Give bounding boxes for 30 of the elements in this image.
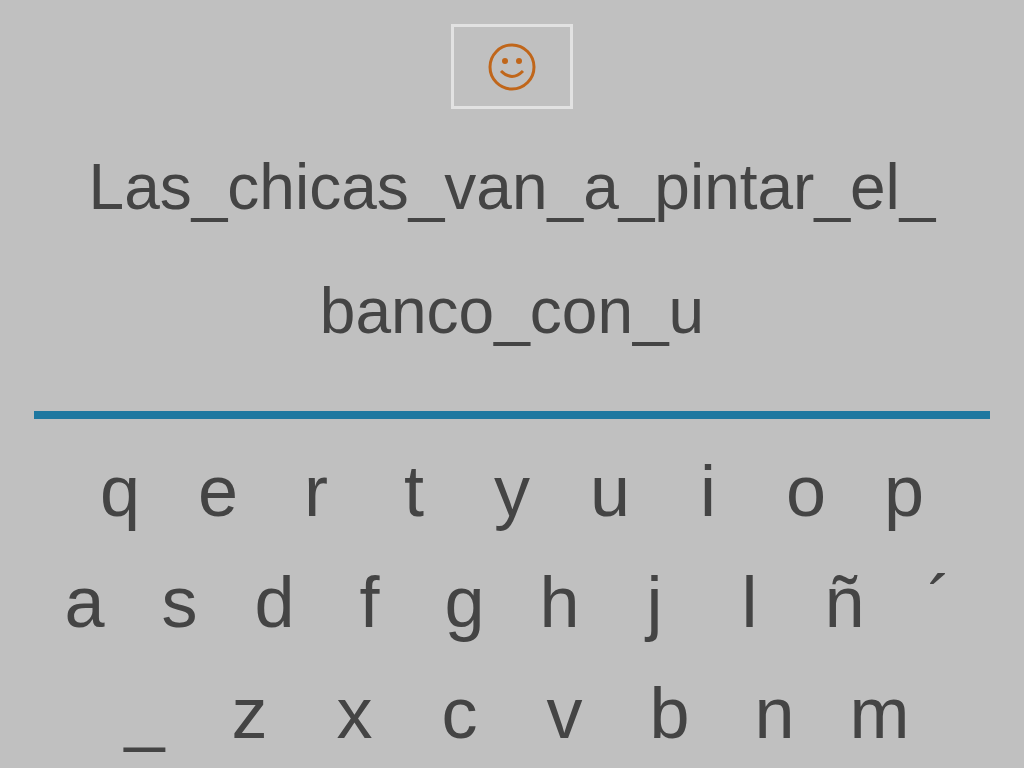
letter-key[interactable]: t	[365, 445, 463, 536]
letter-key[interactable]: ñ	[797, 556, 892, 647]
sentence-text: Las_chicas_van_a_pintar_el_	[88, 150, 936, 226]
letter-key[interactable]: n	[722, 667, 827, 758]
smiley-icon	[487, 41, 537, 92]
letter-key[interactable]: r	[267, 445, 365, 536]
letter-key[interactable]: ´	[892, 556, 987, 647]
sentence-text: banco_con_u	[319, 274, 705, 350]
letter-key[interactable]: c	[407, 667, 512, 758]
letter-key[interactable]: q	[71, 445, 169, 536]
letter-key[interactable]: p	[855, 445, 953, 536]
letter-key[interactable]: g	[417, 556, 512, 647]
letter-key[interactable]: y	[463, 445, 561, 536]
letter-key[interactable]: s	[132, 556, 227, 647]
letter-key[interactable]: x	[302, 667, 407, 758]
letter-key[interactable]: u	[561, 445, 659, 536]
letter-key[interactable]: o	[757, 445, 855, 536]
letter-key[interactable]: i	[659, 445, 757, 536]
letter-key[interactable]: v	[512, 667, 617, 758]
letter-key[interactable]: m	[827, 667, 932, 758]
letter-key[interactable]: h	[512, 556, 607, 647]
letter-key[interactable]: a	[37, 556, 132, 647]
letter-key[interactable]: z	[197, 667, 302, 758]
letter-key[interactable]: l	[702, 556, 797, 647]
letter-key[interactable]: f	[322, 556, 417, 647]
letter-key[interactable]: _	[92, 667, 197, 758]
letter-key[interactable]: j	[607, 556, 702, 647]
letter-key[interactable]: d	[227, 556, 322, 647]
letter-key[interactable]: b	[617, 667, 722, 758]
letter-key[interactable]: e	[169, 445, 267, 536]
